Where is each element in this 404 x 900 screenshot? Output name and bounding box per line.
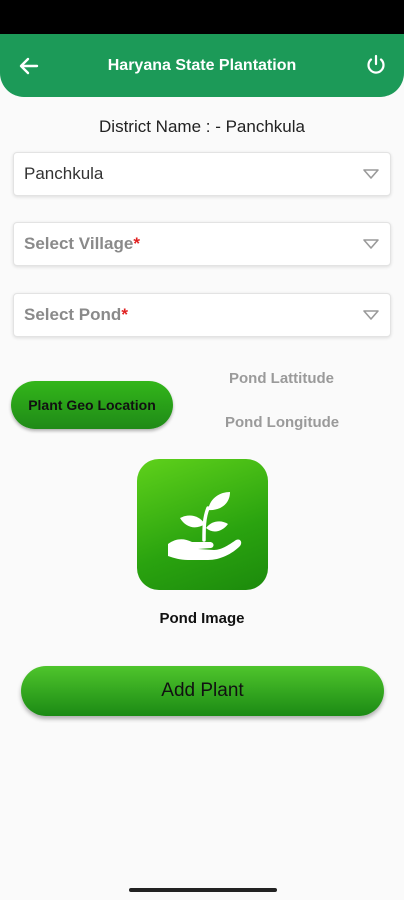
- chevron-down-icon: [363, 169, 379, 179]
- plant-geo-location-button[interactable]: Plant Geo Location: [11, 381, 173, 429]
- chevron-down-icon: [363, 310, 379, 320]
- district-dropdown[interactable]: Panchkula: [13, 152, 391, 196]
- logout-button[interactable]: [360, 49, 392, 81]
- pond-dropdown[interactable]: Select Pond *: [13, 293, 391, 337]
- navigation-bar: [0, 860, 404, 900]
- village-dropdown-placeholder: Select Village: [24, 234, 134, 253]
- page-title: Haryana State Plantation: [107, 56, 297, 74]
- status-bar: [0, 0, 404, 34]
- district-name: District Name : - Panchkula: [99, 117, 305, 136]
- pond-image-button[interactable]: [137, 459, 268, 590]
- app-bar: Haryana State Plantation: [0, 34, 404, 97]
- plant-in-hand-icon: [167, 491, 241, 560]
- add-plant-button[interactable]: Add Plant: [21, 666, 384, 716]
- chevron-down-icon: [363, 239, 379, 249]
- pond-latitude-label: Pond Lattitude: [229, 370, 334, 387]
- pond-dropdown-placeholder: Select Pond: [24, 305, 122, 324]
- pond-image-label: Pond Image: [159, 610, 245, 627]
- power-icon: [367, 54, 385, 74]
- back-button[interactable]: [14, 51, 44, 81]
- district-dropdown-value: Panchkula: [24, 164, 104, 183]
- required-mark: *: [133, 234, 140, 253]
- home-indicator[interactable]: [129, 888, 277, 892]
- village-dropdown[interactable]: Select Village *: [13, 222, 391, 266]
- pond-longitude-label: Pond Longitude: [225, 414, 340, 431]
- arrow-left-icon: [19, 57, 39, 75]
- required-mark: *: [121, 305, 128, 324]
